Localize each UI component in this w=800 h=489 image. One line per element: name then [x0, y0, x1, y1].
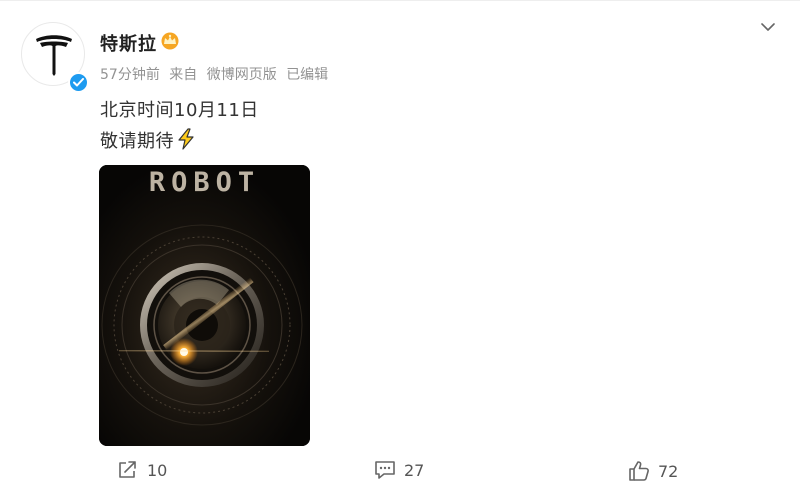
like-count: 72	[658, 461, 679, 481]
comment-button[interactable]: 27	[374, 460, 424, 480]
share-icon	[119, 461, 136, 478]
author-name[interactable]: 特斯拉	[100, 30, 157, 56]
verified-check-icon	[68, 72, 89, 93]
poster-title: ROBOT	[148, 167, 261, 198]
share-count: 10	[147, 460, 168, 480]
thumbs-up-icon	[629, 461, 649, 481]
top-divider	[0, 0, 800, 1]
tesla-logo-icon	[36, 35, 72, 76]
crown-badge-icon[interactable]	[160, 32, 180, 50]
post-meta: 57分钟前 来自 微博网页版 已编辑	[100, 64, 333, 84]
post-text-line-2-text: 敬请期待	[100, 131, 174, 152]
post-text-line-1: 北京时间10月11日	[100, 100, 259, 121]
like-button[interactable]: 72	[628, 460, 678, 482]
post-image[interactable]: ROBOT	[99, 165, 310, 446]
edited-label[interactable]: 已编辑	[286, 67, 328, 83]
comment-icon	[375, 461, 395, 479]
source-prefix: 来自	[169, 67, 198, 83]
lightning-icon	[178, 128, 194, 150]
share-button[interactable]: 10	[117, 460, 167, 480]
post-time[interactable]: 57分钟前	[100, 67, 160, 83]
post-text-line-2: 敬请期待	[100, 127, 196, 153]
post-source[interactable]: 微博网页版	[207, 67, 277, 83]
chevron-down-icon[interactable]	[760, 20, 776, 34]
camera-lens-icon	[99, 165, 310, 446]
comment-count: 27	[404, 460, 425, 480]
